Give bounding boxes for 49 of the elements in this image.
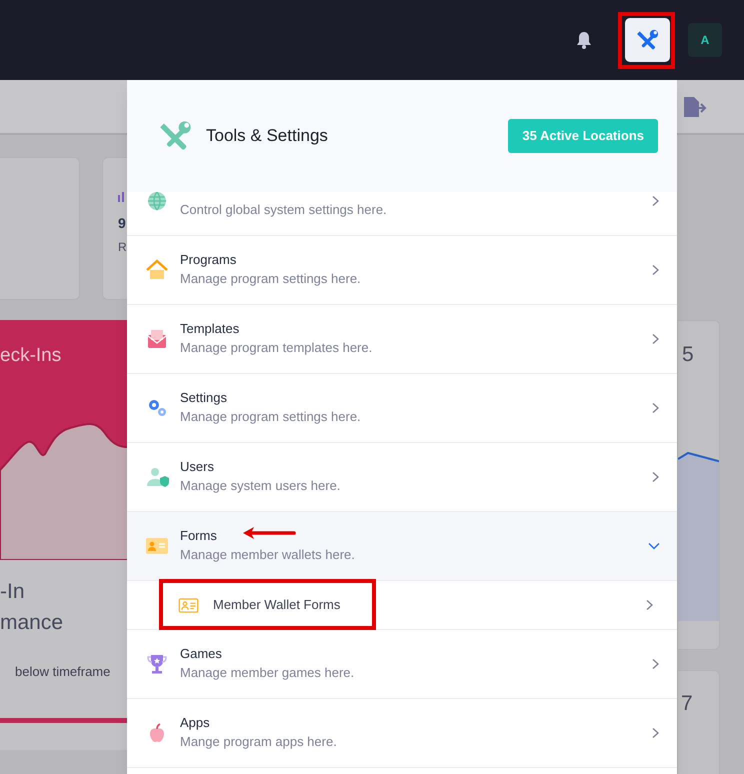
tools-button[interactable] (625, 18, 670, 62)
menu-item[interactable]: Games Manage member games here. (127, 630, 677, 699)
bell-icon (574, 30, 594, 50)
menu-item-description: Manage program settings here. (180, 270, 361, 288)
panel-title: Tools & Settings (206, 125, 328, 148)
stat-label: R (118, 239, 127, 256)
tools-icon (636, 29, 658, 51)
menu-item-description: Manage member games here. (180, 664, 354, 682)
submenu-item[interactable]: Member Wallet Forms (127, 581, 677, 630)
menu-item-title: Forms (180, 527, 217, 545)
menu-item[interactable]: Forms Manage member wallets here. (127, 512, 677, 581)
submenu-item-title: Member Wallet Forms (213, 596, 342, 614)
menu-item[interactable]: Control global system settings here. (127, 192, 677, 236)
menu-item-description: Mange program apps here. (180, 733, 337, 751)
card-heading: -In (0, 579, 26, 605)
tools-icon (160, 120, 192, 152)
menu-item-title: Users (180, 458, 214, 476)
card-heading: mance (0, 610, 64, 636)
stat-value: 7 (681, 691, 693, 717)
annotation-arrow (241, 525, 297, 541)
highlight-frame (618, 12, 675, 69)
chart-title: eck-Ins (0, 344, 62, 368)
menu-item-title: Templates (180, 320, 240, 338)
menu-item-description: Manage member wallets here. (180, 546, 355, 564)
menu-item-title: Apps (180, 714, 210, 732)
menu-item[interactable]: Templates Manage program templates here. (127, 305, 677, 374)
house-icon (145, 258, 169, 282)
menu-item-title: Games (180, 645, 222, 663)
menu-item-description: Manage program settings here. (180, 408, 361, 426)
menu-item-title: Programs (180, 251, 236, 269)
menu-item[interactable]: Programs Manage program settings here. (127, 236, 677, 305)
location-count-badge: 35 Active Locations (508, 119, 658, 153)
envelope-icon (145, 327, 169, 351)
trophy-icon (145, 652, 169, 676)
bar-chart-icon (118, 192, 124, 202)
menu-item-description: Manage system users here. (180, 477, 340, 495)
user-shield-icon (145, 465, 169, 489)
stat-value: 9 (118, 214, 127, 233)
menu-item[interactable]: Apps Mange program apps here. (127, 699, 677, 768)
menu-item[interactable]: Users Manage system users here. (127, 443, 677, 512)
menu-item-description: Manage program templates here. (180, 339, 372, 357)
change-note: below timeframe (15, 663, 110, 681)
menu-item[interactable]: Settings Manage program settings here. (127, 374, 677, 443)
menu-item-title: Settings (180, 389, 227, 407)
avatar[interactable]: A (688, 23, 722, 57)
menu-item-description: Control global system settings here. (180, 201, 387, 219)
stat-value: 5 (682, 342, 694, 368)
logout-icon (682, 94, 708, 118)
globe-icon (145, 192, 169, 213)
